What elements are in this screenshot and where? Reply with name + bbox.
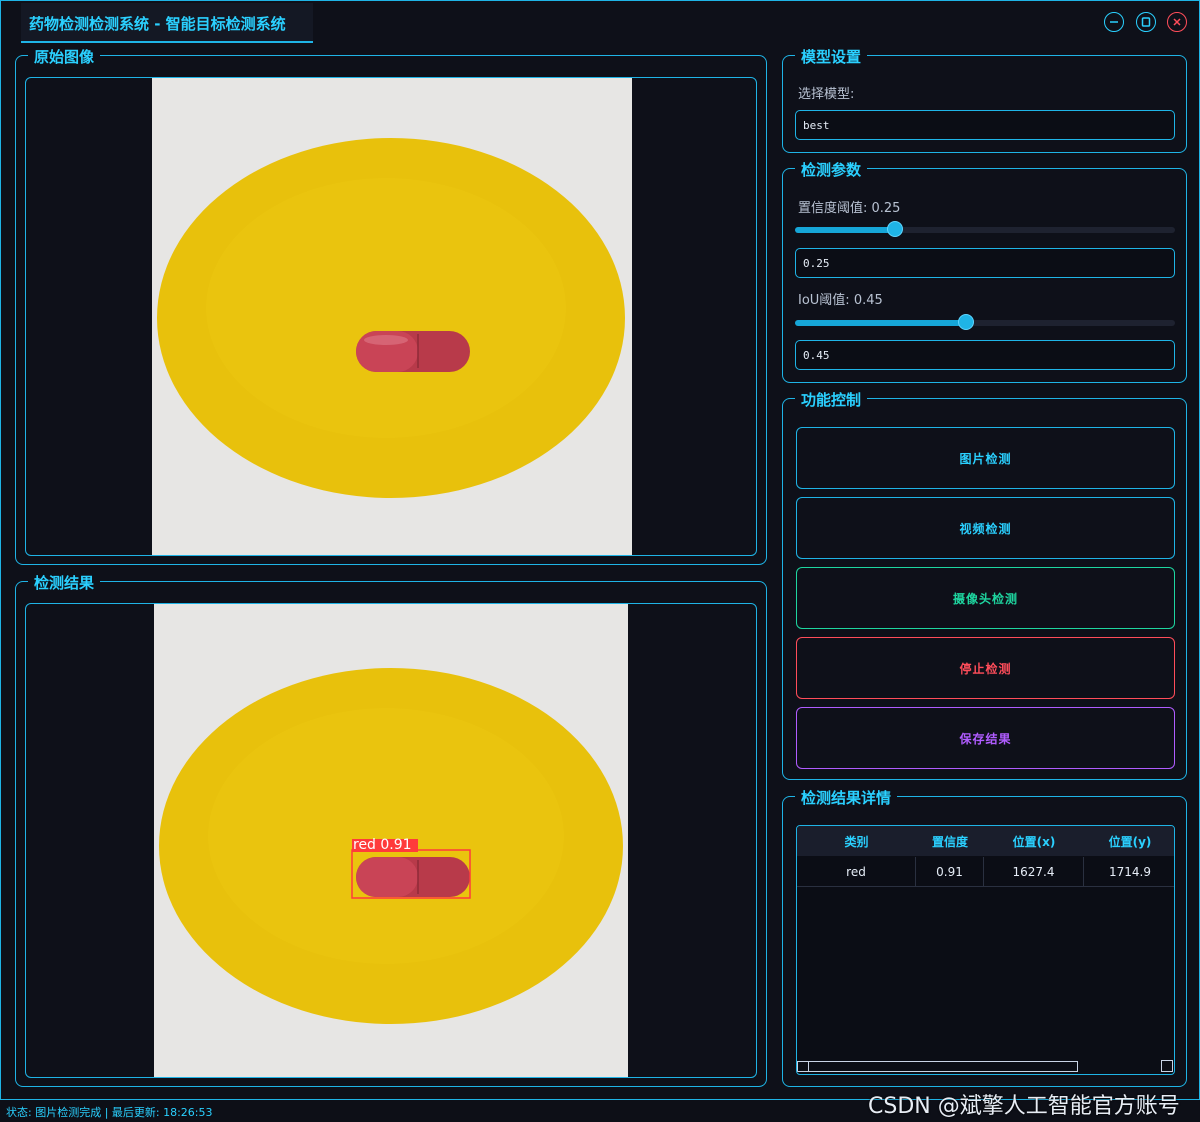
results-detail-title: 检测结果详情 [795, 787, 898, 808]
original-image-frame [25, 77, 757, 556]
horizontal-scrollbar[interactable] [797, 1061, 1078, 1072]
iou-slider-fill [795, 320, 966, 326]
confidence-slider[interactable] [795, 221, 1175, 237]
original-image [152, 78, 632, 555]
column-header-confidence[interactable]: 置信度 [916, 826, 984, 856]
title-tab: 药物检测检测系统 - 智能目标检测系统 [21, 3, 313, 43]
image-detect-button[interactable]: 图片检测 [796, 427, 1175, 489]
close-button[interactable] [1167, 12, 1187, 32]
results-detail-panel: 检测结果详情 类别 置信度 位置(x) 位置(y) red 0.91 1627.… [782, 787, 1187, 1087]
iou-label: IoU阈值: 0.45 [798, 293, 883, 308]
function-controls-panel: 功能控制 图片检测 视频检测 摄像头检测 停止检测 保存结果 [782, 389, 1187, 780]
result-image-title: 检测结果 [28, 572, 101, 593]
maximize-icon [1141, 17, 1151, 27]
save-results-button[interactable]: 保存结果 [796, 707, 1175, 769]
minimize-button[interactable] [1104, 12, 1124, 32]
column-header-x[interactable]: 位置(x) [984, 826, 1084, 856]
column-header-class[interactable]: 类别 [797, 826, 916, 856]
iou-slider-handle[interactable] [958, 314, 974, 330]
close-icon [1173, 18, 1181, 26]
confidence-label: 置信度阈值: 0.25 [798, 201, 901, 216]
function-controls-title: 功能控制 [795, 389, 868, 410]
result-image-panel: 检测结果 red 0.91 [15, 572, 767, 1087]
select-model-label: 选择模型: [798, 87, 855, 102]
original-image-panel: 原始图像 [15, 46, 767, 565]
model-settings-panel: 模型设置 选择模型: best [782, 46, 1187, 153]
result-image-frame: red 0.91 [25, 603, 757, 1078]
iou-slider[interactable] [795, 314, 1175, 330]
model-settings-title: 模型设置 [795, 46, 868, 67]
window-title: 药物检测检测系统 - 智能目标检测系统 [29, 15, 286, 33]
status-text: 状态: 图片检测完成 | 最后更新: 18:26:53 [6, 1106, 213, 1119]
video-detect-button[interactable]: 视频检测 [796, 497, 1175, 559]
table-cell-confidence[interactable]: 0.91 [916, 857, 984, 887]
scrollbar-handle-edge [808, 1062, 809, 1071]
column-header-y[interactable]: 位置(y) [1084, 826, 1174, 856]
table-cell-y[interactable]: 1714.9 [1084, 857, 1174, 887]
stop-detect-button[interactable]: 停止检测 [796, 637, 1175, 699]
camera-detect-button[interactable]: 摄像头检测 [796, 567, 1175, 629]
original-image-title: 原始图像 [28, 46, 101, 67]
title-bar: 药物检测检测系统 - 智能目标检测系统 [1, 1, 1199, 43]
confidence-spinbox[interactable]: 0.25 [795, 248, 1175, 278]
iou-spinbox[interactable]: 0.45 [795, 340, 1175, 370]
maximize-button[interactable] [1136, 12, 1156, 32]
model-select[interactable]: best [795, 110, 1175, 140]
confidence-slider-fill [795, 227, 895, 233]
detection-label: red 0.91 [353, 837, 412, 853]
main-window: 药物检测检测系统 - 智能目标检测系统 原始图像 检测结果 red 0.91 模… [0, 0, 1200, 1100]
watermark: CSDN @斌擎人工智能官方账号 [868, 1094, 1180, 1119]
results-table: 类别 置信度 位置(x) 位置(y) red 0.91 1627.4 1714.… [796, 825, 1175, 1075]
table-cell-class[interactable]: red [797, 857, 916, 887]
scrollbar-corner [1161, 1060, 1173, 1072]
detection-params-title: 检测参数 [795, 159, 868, 180]
detection-params-panel: 检测参数 置信度阈值: 0.25 0.25 IoU阈值: 0.45 0.45 [782, 159, 1187, 383]
minimize-icon [1110, 21, 1118, 23]
table-cell-x[interactable]: 1627.4 [984, 857, 1084, 887]
confidence-slider-handle[interactable] [887, 221, 903, 237]
